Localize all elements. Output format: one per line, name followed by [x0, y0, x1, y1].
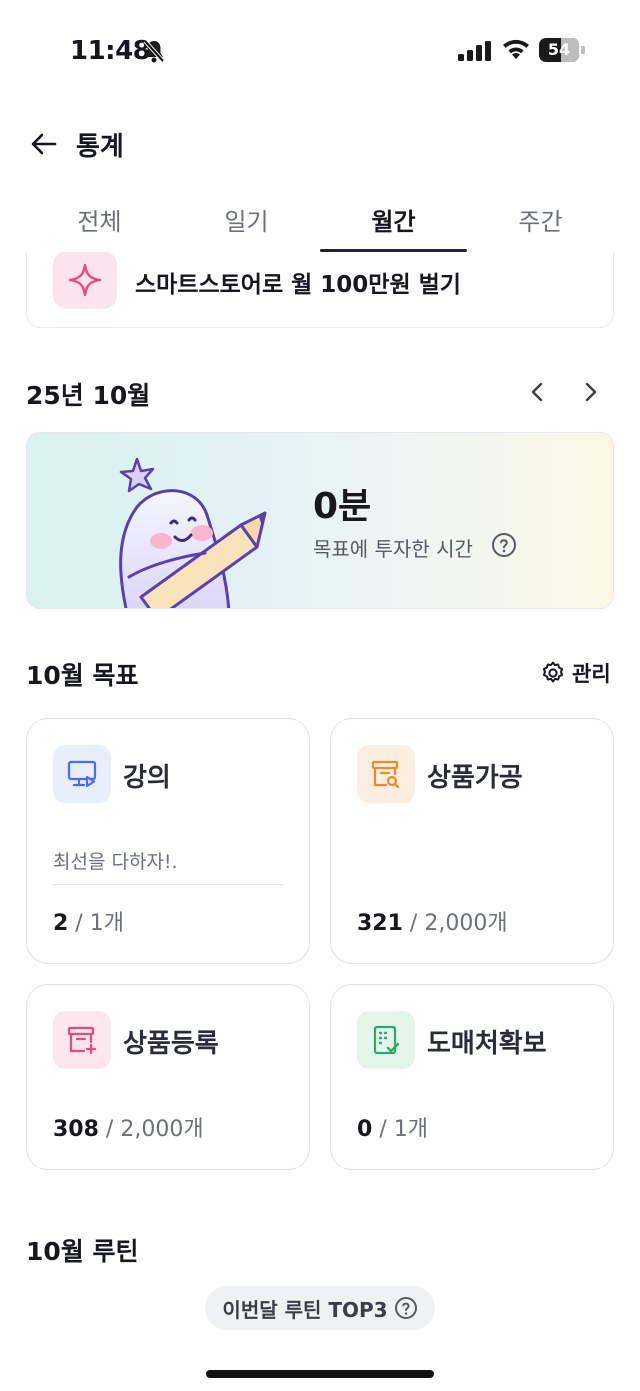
- goal-card[interactable]: 스마트스토어로 월 100만원 벌기: [26, 252, 614, 328]
- status-time: 11:48: [70, 36, 151, 66]
- manage-label: 관리: [572, 662, 611, 686]
- card-icon-box: [53, 1011, 111, 1069]
- goals-section-title: 10월 목표: [26, 661, 139, 690]
- routine-section-title: 10월 루틴: [26, 1237, 139, 1266]
- routine-top3-button[interactable]: 이번달 루틴 TOP3: [205, 1286, 435, 1330]
- progress-total: 2,000개: [424, 911, 508, 936]
- tab-bar: 전체 일기 월간 주간: [26, 190, 614, 252]
- routine-top3-label: 이번달 루틴 TOP3: [222, 1297, 388, 1322]
- mascot-illustration: [119, 457, 267, 608]
- goal-card-text: 스마트스토어로 월 100만원 벌기: [135, 272, 461, 298]
- month-label: 25년 10월: [26, 381, 151, 410]
- progress-total: 2,000개: [120, 1117, 204, 1142]
- header: 통계: [0, 118, 640, 170]
- invested-time-caption: 목표에 투자한 시간: [313, 537, 473, 561]
- goal-card-lecture[interactable]: 강의 최선을 다하자!. 2 / 1개: [26, 718, 310, 964]
- progress-current: 308: [53, 1117, 99, 1142]
- goal-card-clip: 스마트스토어로 월 100만원 벌기: [0, 252, 640, 332]
- goal-card-product-processing[interactable]: 상품가공 321 / 2,000개: [330, 718, 614, 964]
- page-title: 통계: [76, 132, 124, 162]
- invested-time-value: 0분: [313, 486, 372, 527]
- progress-current: 321: [357, 911, 403, 936]
- progress-total: 1개: [89, 911, 124, 936]
- manage-goals-button[interactable]: 관리: [540, 658, 611, 688]
- gear-icon: [542, 661, 564, 683]
- card-progress: 308 / 2,000개: [53, 1117, 204, 1142]
- bell-muted-icon: [143, 39, 165, 63]
- monitor-play-icon: [67, 760, 97, 788]
- sparkle-icon-box: [53, 252, 117, 309]
- back-arrow-icon[interactable]: [28, 128, 60, 160]
- card-progress: 321 / 2,000개: [357, 911, 508, 936]
- card-icon-box: [357, 745, 415, 803]
- sparkle-icon: [68, 263, 102, 297]
- card-divider: [53, 884, 283, 885]
- tab-weekly[interactable]: 주간: [467, 190, 614, 252]
- card-title: 강의: [123, 763, 171, 793]
- status-bar: 11:48 54: [0, 0, 640, 104]
- card-progress: 0 / 1개: [357, 1117, 428, 1142]
- card-title: 도매처확보: [427, 1029, 547, 1059]
- time-summary-banner: 0분 목표에 투자한 시간: [26, 432, 614, 609]
- checklist-icon: [373, 1025, 400, 1055]
- chevron-right-icon[interactable]: [576, 378, 604, 406]
- card-icon-box: [357, 1011, 415, 1069]
- goal-card-wholesaler[interactable]: 도매처확보 0 / 1개: [330, 984, 614, 1170]
- battery-level: 54: [547, 40, 571, 59]
- box-add-icon: [67, 1026, 97, 1055]
- card-title: 상품등록: [123, 1029, 219, 1059]
- chevron-left-icon[interactable]: [524, 378, 552, 406]
- progress-current: 2: [53, 911, 69, 936]
- battery-icon: 54: [539, 38, 585, 62]
- card-icon-box: [53, 745, 111, 803]
- card-note: 최선을 다하자!.: [53, 851, 178, 873]
- tab-monthly[interactable]: 월간: [320, 190, 467, 252]
- help-circle-icon: [394, 1297, 417, 1319]
- wifi-icon: [503, 39, 529, 59]
- progress-total: 1개: [393, 1117, 428, 1142]
- goal-card-product-registration[interactable]: 상품등록 308 / 2,000개: [26, 984, 310, 1170]
- home-indicator: [206, 1370, 434, 1378]
- card-title: 상품가공: [427, 763, 523, 793]
- box-search-icon: [371, 760, 400, 789]
- tab-diary[interactable]: 일기: [173, 190, 320, 252]
- tab-all[interactable]: 전체: [26, 190, 173, 252]
- card-progress: 2 / 1개: [53, 911, 124, 936]
- progress-current: 0: [357, 1117, 373, 1142]
- signal-icon: [458, 41, 491, 61]
- help-circle-icon[interactable]: [491, 532, 517, 558]
